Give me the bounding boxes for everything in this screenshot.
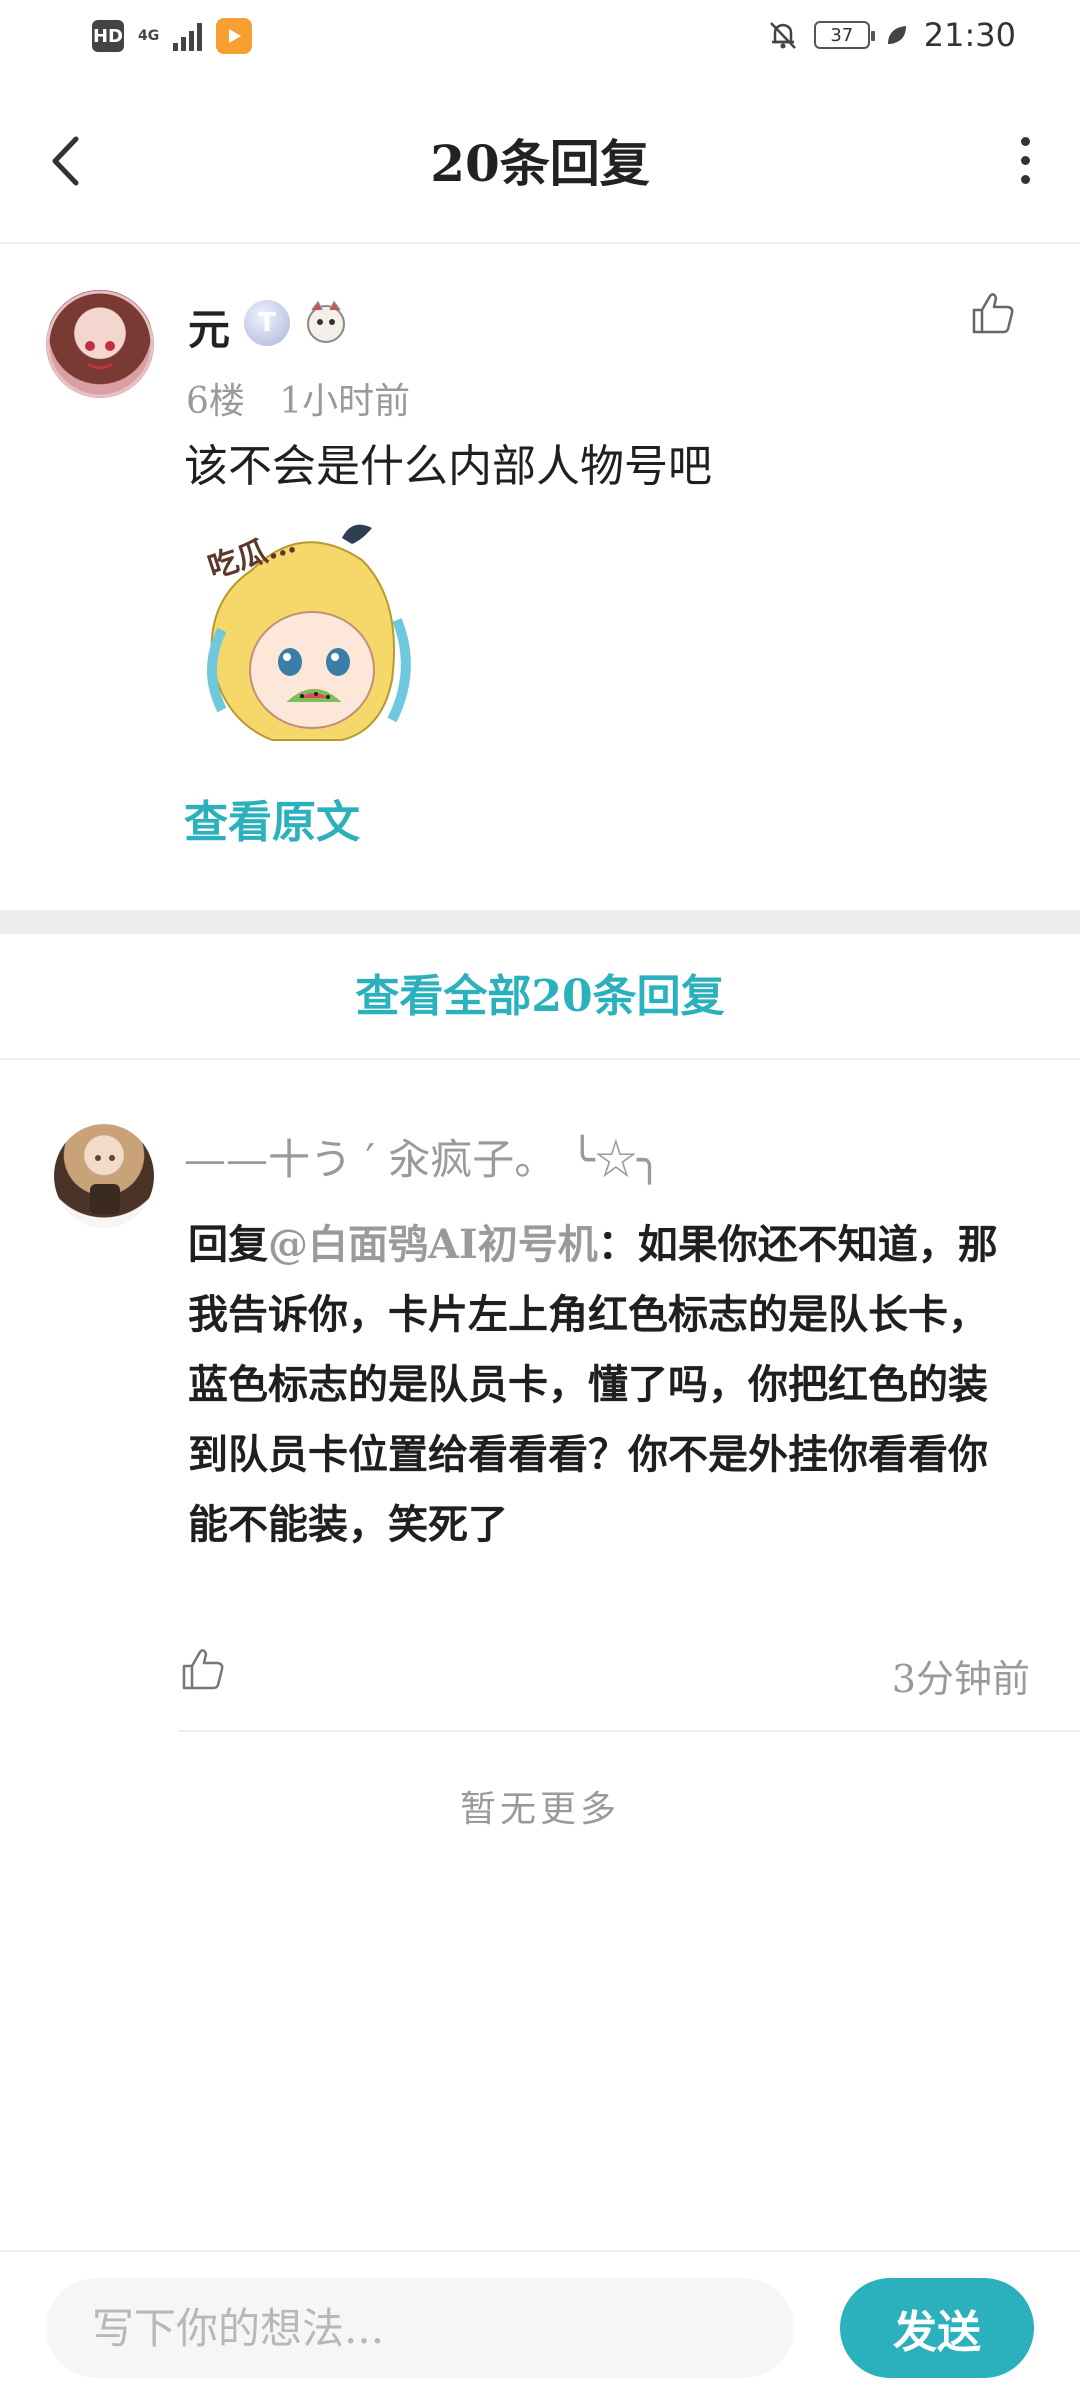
leaf-icon — [887, 26, 906, 44]
thumbs-up-icon — [972, 293, 1014, 334]
comment-meta: 6楼 1小时前 — [186, 372, 410, 424]
signal-icon — [173, 21, 203, 51]
reply-avatar[interactable] — [54, 1124, 154, 1228]
page-title: 20条回复 — [430, 134, 650, 193]
reply-author[interactable]: ——十う ′ 汆疯子。 ╰☆╮ — [184, 1126, 662, 1187]
level-badge-text: T — [258, 308, 276, 338]
main-comment-author[interactable]: 元 — [188, 296, 230, 357]
section-divider — [0, 910, 1080, 934]
thumbs-up-icon — [182, 1649, 224, 1690]
send-button[interactable]: 发送 — [840, 2278, 1034, 2378]
main-comment-avatar[interactable] — [46, 290, 154, 398]
comment-sticker[interactable]: 吃瓜… — [192, 510, 432, 760]
network-type: 4G — [138, 28, 160, 44]
divider — [0, 1058, 1080, 1060]
hd-badge: HD — [92, 20, 124, 52]
status-bar: HD 4G 37 21:30 — [0, 0, 1080, 80]
status-right: 37 21:30 — [766, 16, 1016, 54]
comment-text: 该不会是什么内部人物号吧 — [184, 441, 712, 492]
view-all-replies-link[interactable]: 查看全部20条回复 — [355, 971, 724, 1022]
status-left: HD 4G — [92, 18, 253, 54]
reply-content: ：如果你还不知道，那我告诉你，卡片左上角红色标志的是队长卡，蓝色标志的是队员卡，… — [188, 1221, 998, 1548]
battery-icon: 37 — [813, 21, 875, 49]
bottom-input-bar: 发送 — [0, 2250, 1080, 2400]
top-bar: 20条回复 — [0, 80, 1080, 244]
view-all-replies-row: 查看全部20条回复 — [0, 960, 1080, 1024]
comment-time: 1小时前 — [279, 381, 411, 422]
battery-level: 37 — [830, 24, 854, 46]
reply-like-button[interactable] — [180, 1646, 230, 1696]
floor-number: 6楼 — [186, 381, 245, 422]
mention-link[interactable]: @白面鸮AI初号机 — [268, 1221, 598, 1268]
divider — [178, 1730, 1080, 1732]
level-badge: T — [244, 300, 290, 346]
like-button[interactable] — [970, 290, 1020, 340]
more-options-button[interactable] — [1000, 130, 1050, 190]
mute-bell-icon — [769, 22, 796, 49]
reply-prefix: 回复 — [188, 1221, 268, 1268]
medal-icon — [300, 298, 352, 346]
reply-time: 3分钟前 — [891, 1657, 1030, 1701]
view-original-link[interactable]: 查看原文 — [184, 786, 360, 850]
video-app-icon — [216, 18, 253, 54]
clock: 21:30 — [923, 16, 1016, 54]
no-more-label: 暂无更多 — [459, 1789, 620, 1830]
reply-text: 回复@白面鸮AI初号机：如果你还不知道，那我告诉你，卡片左上角红色标志的是队长卡… — [188, 1210, 1018, 1560]
comment-input[interactable] — [46, 2278, 794, 2378]
